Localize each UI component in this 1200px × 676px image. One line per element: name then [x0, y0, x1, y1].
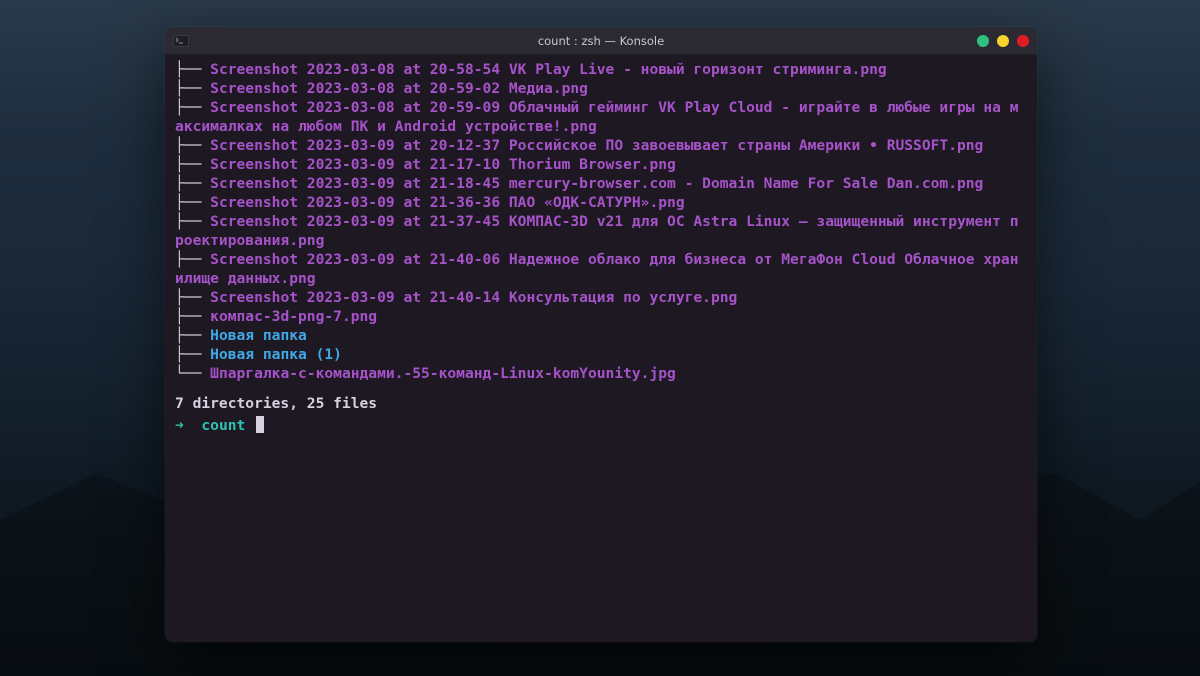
file-name: Screenshot 2023-03-09 at 21-36-36 ПАО «О…	[210, 194, 684, 211]
titlebar: count : zsh — Konsole	[165, 27, 1037, 55]
tree-line: ├── компас-3d-png-7.png	[175, 308, 1027, 327]
tree-line: ├── Screenshot 2023-03-09 at 21-18-45 me…	[175, 175, 1027, 194]
tree-line: ├── Новая папка (1)	[175, 346, 1027, 365]
file-name: Screenshot 2023-03-09 at 21-17-10 Thoriu…	[210, 156, 676, 173]
maximize-button[interactable]	[997, 35, 1009, 47]
tree-line: ├── Screenshot 2023-03-09 at 21-37-45 КО…	[175, 213, 1027, 251]
window-controls	[977, 27, 1029, 54]
text-cursor	[256, 416, 264, 433]
prompt-arrow-icon: ➜	[175, 417, 184, 434]
tree-branch-glyph: ├──	[175, 251, 210, 268]
tree-branch-glyph: ├──	[175, 346, 210, 363]
tree-line: ├── Screenshot 2023-03-08 at 20-59-02 Ме…	[175, 80, 1027, 99]
tree-branch-glyph: ├──	[175, 137, 210, 154]
tree-branch-glyph: ├──	[175, 175, 210, 192]
file-name: Шпаргалка-с-командами.-55-команд-Linux-k…	[210, 365, 676, 382]
tree-line: ├── Screenshot 2023-03-09 at 21-40-06 На…	[175, 251, 1027, 289]
file-name: Screenshot 2023-03-09 at 21-18-45 mercur…	[210, 175, 983, 192]
directory-name: Новая папка	[210, 327, 307, 344]
file-name: Screenshot 2023-03-09 at 21-40-06 Надежн…	[175, 251, 1019, 287]
file-name: Screenshot 2023-03-09 at 20-12-37 Россий…	[210, 137, 983, 154]
tree-branch-glyph: ├──	[175, 194, 210, 211]
tree-branch-glyph: ├──	[175, 156, 210, 173]
terminal-window: count : zsh — Konsole ├── Screenshot 202…	[165, 27, 1037, 642]
tree-line: ├── Screenshot 2023-03-09 at 21-36-36 ПА…	[175, 194, 1027, 213]
directory-name: Новая папка (1)	[210, 346, 342, 363]
file-name: Screenshot 2023-03-08 at 20-58-54 VK Pla…	[210, 61, 887, 78]
file-name: Screenshot 2023-03-08 at 20-59-09 Облачн…	[175, 99, 1019, 135]
prompt-cwd: count	[201, 417, 245, 434]
tree-branch-glyph: ├──	[175, 213, 210, 230]
minimize-button[interactable]	[977, 35, 989, 47]
tree-line: ├── Screenshot 2023-03-09 at 21-17-10 Th…	[175, 156, 1027, 175]
tree-branch-glyph: └──	[175, 365, 210, 382]
file-name: Screenshot 2023-03-09 at 21-40-14 Консул…	[210, 289, 737, 306]
tree-line: └── Шпаргалка-с-командами.-55-команд-Lin…	[175, 365, 1027, 384]
tree-line: ├── Screenshot 2023-03-09 at 20-12-37 Ро…	[175, 137, 1027, 156]
tree-branch-glyph: ├──	[175, 327, 210, 344]
file-name: компас-3d-png-7.png	[210, 308, 377, 325]
tree-line: ├── Screenshot 2023-03-09 at 21-40-14 Ко…	[175, 289, 1027, 308]
terminal-content[interactable]: ├── Screenshot 2023-03-08 at 20-58-54 VK…	[165, 55, 1037, 642]
tree-line: ├── Screenshot 2023-03-08 at 20-58-54 VK…	[175, 61, 1027, 80]
close-button[interactable]	[1017, 35, 1029, 47]
tree-branch-glyph: ├──	[175, 308, 210, 325]
tree-branch-glyph: ├──	[175, 61, 210, 78]
tree-summary: 7 directories, 25 files	[175, 395, 1027, 414]
window-title: count : zsh — Konsole	[165, 34, 1037, 48]
app-icon	[171, 33, 191, 49]
tree-branch-glyph: ├──	[175, 289, 210, 306]
file-name: Screenshot 2023-03-09 at 21-37-45 КОМПАС…	[175, 213, 1019, 249]
file-name: Screenshot 2023-03-08 at 20-59-02 Медиа.…	[210, 80, 588, 97]
tree-branch-glyph: ├──	[175, 99, 210, 116]
prompt-line[interactable]: ➜ count	[175, 416, 1027, 436]
tree-line: ├── Новая папка	[175, 327, 1027, 346]
tree-line: ├── Screenshot 2023-03-08 at 20-59-09 Об…	[175, 99, 1027, 137]
tree-branch-glyph: ├──	[175, 80, 210, 97]
